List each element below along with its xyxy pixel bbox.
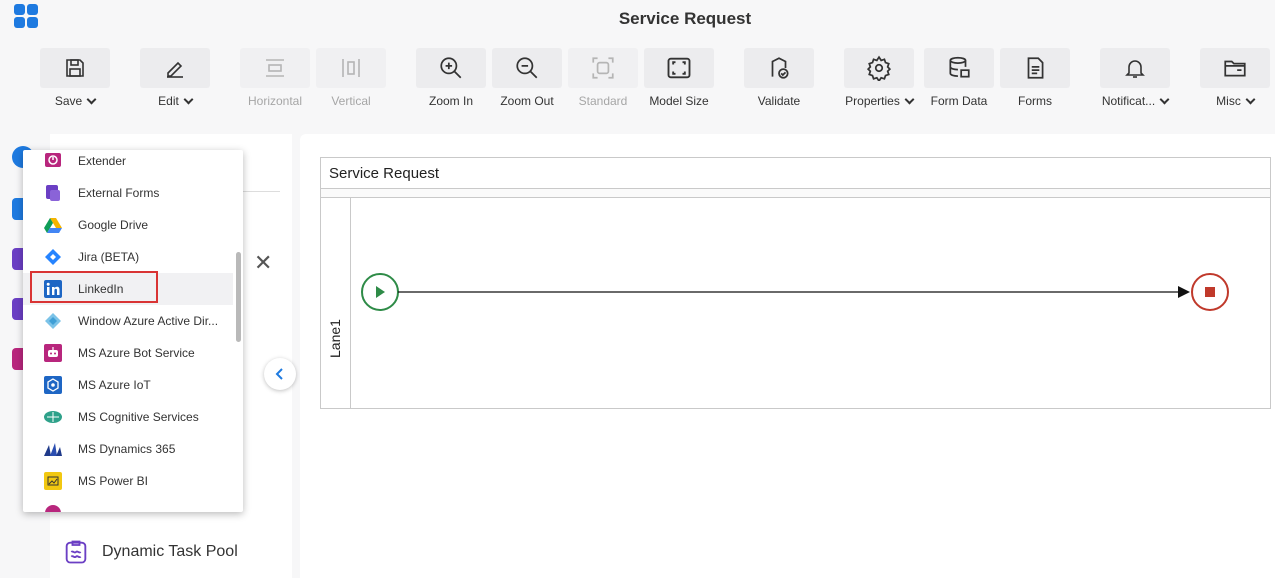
list-item[interactable]: Window Azure Active Dir... bbox=[23, 305, 233, 337]
bell-icon bbox=[1125, 60, 1145, 78]
list-item[interactable]: MS Azure IoT bbox=[23, 369, 233, 401]
list-item[interactable] bbox=[23, 497, 233, 512]
vertical-button[interactable]: Vertical bbox=[316, 48, 386, 108]
vertical-layout-icon bbox=[342, 59, 360, 77]
folder-icon bbox=[1224, 60, 1246, 77]
notifications-label: Notificat... bbox=[1101, 94, 1156, 108]
chevron-down-icon bbox=[183, 94, 194, 104]
end-event[interactable] bbox=[1191, 273, 1229, 311]
task-pool-icon bbox=[65, 540, 87, 564]
gear-icon bbox=[866, 55, 892, 81]
edit-button[interactable]: Edit bbox=[140, 48, 210, 108]
bot-icon bbox=[43, 343, 63, 363]
list-item[interactable]: MS Azure Bot Service bbox=[23, 337, 233, 369]
list-item[interactable]: MS Dynamics 365 bbox=[23, 433, 233, 465]
zoom-out-label: Zoom Out bbox=[500, 94, 554, 108]
highlight-box bbox=[30, 271, 158, 303]
save-icon bbox=[66, 59, 84, 77]
validate-icon bbox=[771, 57, 789, 79]
validate-button[interactable]: Validate bbox=[744, 48, 814, 108]
chevron-down-icon bbox=[1159, 94, 1170, 104]
lane-header[interactable]: Lane1 bbox=[321, 198, 351, 409]
model-size-icon bbox=[667, 57, 691, 79]
edit-label: Edit bbox=[158, 94, 179, 108]
standard-label: Standard bbox=[578, 94, 628, 108]
standard-button[interactable]: Standard bbox=[568, 48, 638, 108]
connector-dropdown: Extender External Forms Google Drive Jir… bbox=[23, 150, 243, 512]
notifications-button[interactable]: Notificat... bbox=[1100, 48, 1170, 108]
misc-button[interactable]: Misc bbox=[1200, 48, 1270, 108]
misc-label: Misc bbox=[1216, 94, 1241, 108]
start-event[interactable] bbox=[361, 273, 399, 311]
standard-size-icon bbox=[592, 57, 614, 79]
google-drive-icon bbox=[43, 215, 63, 235]
forms-button[interactable]: Forms bbox=[1000, 48, 1070, 108]
forms-icon bbox=[1027, 57, 1044, 79]
zoom-in-label: Zoom In bbox=[428, 94, 473, 108]
horizontal-layout-icon bbox=[266, 59, 284, 77]
list-item[interactable]: MS Power BI bbox=[23, 465, 233, 497]
powerbi-icon bbox=[43, 471, 63, 491]
extender-icon bbox=[43, 151, 63, 171]
model-size-button[interactable]: Model Size bbox=[644, 48, 714, 108]
azure-ad-icon bbox=[43, 311, 63, 331]
form-data-button[interactable]: Form Data bbox=[924, 48, 994, 108]
scrollbar-thumb[interactable] bbox=[236, 252, 241, 342]
vertical-label: Vertical bbox=[331, 94, 371, 108]
zoom-out-icon bbox=[516, 57, 538, 79]
external-forms-icon bbox=[43, 183, 63, 203]
forms-label: Forms bbox=[1018, 94, 1052, 108]
dynamic-task-pool-label: Dynamic Task Pool bbox=[102, 543, 238, 560]
properties-button[interactable]: Properties bbox=[844, 48, 915, 108]
pool-header-divider bbox=[321, 188, 1270, 198]
chevron-left-icon bbox=[275, 368, 283, 380]
list-item[interactable]: Jira (BETA) bbox=[23, 241, 233, 273]
validate-label: Validate bbox=[757, 94, 801, 108]
cognitive-icon bbox=[43, 407, 63, 427]
list-item[interactable]: Extender bbox=[23, 150, 233, 177]
zoom-out-button[interactable]: Zoom Out bbox=[492, 48, 562, 108]
lane-label: Lane1 bbox=[327, 319, 343, 358]
zoom-in-icon bbox=[440, 57, 462, 79]
chevron-down-icon bbox=[904, 94, 915, 104]
chevron-down-icon bbox=[1245, 94, 1256, 104]
close-icon[interactable]: ✕ bbox=[254, 250, 272, 276]
page-title: Service Request bbox=[618, 9, 752, 28]
horizontal-button[interactable]: Horizontal bbox=[240, 48, 310, 108]
process-flow bbox=[361, 273, 1229, 311]
properties-label: Properties bbox=[845, 94, 900, 108]
dynamics-icon bbox=[43, 439, 63, 459]
database-icon bbox=[949, 56, 970, 78]
chevron-down-icon bbox=[86, 94, 97, 104]
sequence-flow-arrow[interactable] bbox=[398, 286, 1190, 298]
list-item[interactable]: External Forms bbox=[23, 177, 233, 209]
dynamic-task-pool-item[interactable]: Dynamic Task Pool bbox=[62, 538, 238, 566]
jira-icon bbox=[43, 247, 63, 267]
horizontal-label: Horizontal bbox=[247, 94, 303, 108]
model-size-label: Model Size bbox=[649, 94, 709, 108]
save-button[interactable]: Save bbox=[40, 48, 110, 108]
list-item[interactable]: Google Drive bbox=[23, 209, 233, 241]
pool-title: Service Request bbox=[329, 165, 440, 182]
list-item[interactable]: MS Cognitive Services bbox=[23, 401, 233, 433]
title-bar: Service Request bbox=[0, 0, 1275, 38]
form-data-label: Form Data bbox=[930, 94, 988, 108]
iot-icon bbox=[43, 375, 63, 395]
zoom-in-button[interactable]: Zoom In bbox=[416, 48, 486, 108]
next-item-icon bbox=[43, 503, 63, 512]
collapse-panel-button[interactable] bbox=[264, 358, 296, 390]
save-label: Save bbox=[54, 94, 83, 108]
pencil-icon bbox=[167, 61, 183, 78]
toolbar: Save Edit Horizontal Vertical Zoom In Zo… bbox=[0, 38, 1275, 116]
